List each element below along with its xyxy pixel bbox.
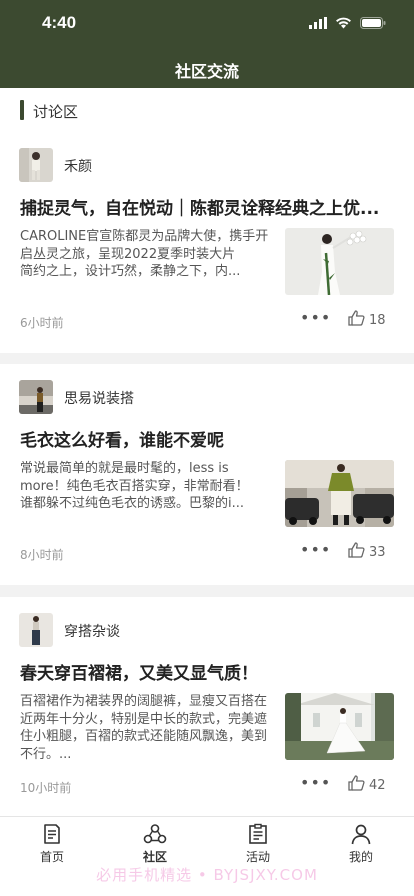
post-time: 6小时前 xyxy=(20,316,64,330)
thumbs-up-icon xyxy=(348,775,365,795)
excerpt-line: CAROLINE官宣陈都灵为品牌大使，携手开启丛灵之旅，呈现2022夏季时装大片 xyxy=(20,229,269,262)
tab-activity[interactable]: 活动 xyxy=(218,823,298,865)
tab-label: 社区 xyxy=(142,850,167,864)
post-card[interactable]: 思易说装搭 毛衣这么好看，谁能不爱呢 常说最简单的就是最时髦的，less is … xyxy=(0,364,414,585)
battery-icon xyxy=(360,14,386,33)
like-count: 18 xyxy=(369,312,386,328)
post-thumbnail[interactable] xyxy=(285,228,394,295)
top-bar: 4:40 社区交流 xyxy=(0,0,414,88)
section-header: 讨论区 xyxy=(0,88,414,132)
post-time: 8小时前 xyxy=(20,548,64,562)
post-author[interactable]: 思易说装搭 xyxy=(64,388,134,408)
more-icon[interactable]: ••• xyxy=(300,308,331,327)
tab-community[interactable]: 社区 xyxy=(115,823,195,865)
clipboard-icon xyxy=(218,823,298,845)
watermark-text: 必用手机精选 • BYJSJXY.COM xyxy=(96,866,318,884)
post-author[interactable]: 穿搭杂谈 xyxy=(64,621,120,641)
post-time: 10小时前 xyxy=(20,781,72,795)
post-title[interactable]: 捕捉灵气，自在悦动｜陈都灵诠释经典之上优... xyxy=(20,194,398,219)
status-bar: 4:40 xyxy=(0,0,414,44)
post-thumbnail[interactable] xyxy=(285,460,394,527)
more-icon[interactable]: ••• xyxy=(300,773,331,792)
post-excerpt[interactable]: 常说最简单的就是最时髦的，less is more！纯色毛衣百搭实穿，非常耐看！… xyxy=(20,460,274,532)
document-icon xyxy=(12,823,92,845)
post-title[interactable]: 春天穿百褶裙，又美又显气质！ xyxy=(20,659,398,684)
signal-icon xyxy=(309,14,327,33)
like-button[interactable]: 42 xyxy=(348,775,386,795)
section-title: 讨论区 xyxy=(33,103,79,121)
more-icon[interactable]: ••• xyxy=(300,540,331,559)
status-icons xyxy=(309,14,386,33)
excerpt-line: 常说最简单的就是最时髦的，less is more！纯色毛衣百搭实穿，非常耐看！ xyxy=(20,461,249,494)
thumbs-up-icon xyxy=(348,542,365,562)
community-icon xyxy=(115,823,195,845)
tab-label: 活动 xyxy=(245,850,270,864)
page-title: 社区交流 xyxy=(174,62,239,81)
status-time: 4:40 xyxy=(42,13,77,32)
tab-home[interactable]: 首页 xyxy=(12,823,92,865)
like-count: 33 xyxy=(369,544,386,560)
avatar[interactable] xyxy=(19,148,53,182)
tab-label: 我的 xyxy=(348,850,373,864)
avatar[interactable] xyxy=(19,613,53,647)
post-author[interactable]: 禾颜 xyxy=(64,156,92,176)
post-excerpt[interactable]: 百褶裙作为裙装界的阔腿裤，显瘦又百搭在近两年十分火，特别是中长的款式，完美遮住小… xyxy=(20,693,274,765)
wifi-icon xyxy=(335,14,352,33)
post-excerpt[interactable]: CAROLINE官宣陈都灵为品牌大使，携手开启丛灵之旅，呈现2022夏季时装大片… xyxy=(20,228,274,300)
like-button[interactable]: 18 xyxy=(348,310,386,330)
tab-profile[interactable]: 我的 xyxy=(321,823,401,865)
like-count: 42 xyxy=(369,777,386,793)
post-thumbnail[interactable] xyxy=(285,693,394,760)
like-button[interactable]: 33 xyxy=(348,542,386,562)
excerpt-line: 谁都躲不过纯色毛衣的诱惑。巴黎的i... xyxy=(20,496,245,511)
section-accent-bar xyxy=(20,100,24,120)
thumbs-up-icon xyxy=(348,310,365,330)
excerpt-line: 百褶裙作为裙装界的阔腿裤，显瘦又百搭在近两年十分火，特别是中长的款式，完美遮住小… xyxy=(20,694,268,762)
post-card[interactable]: 穿搭杂谈 春天穿百褶裙，又美又显气质！ 百褶裙作为裙装界的阔腿裤，显瘦又百搭在近… xyxy=(0,597,414,818)
post-card[interactable]: 禾颜 捕捉灵气，自在悦动｜陈都灵诠释经典之上优... CAROLINE官宣陈都灵… xyxy=(0,132,414,353)
post-title[interactable]: 毛衣这么好看，谁能不爱呢 xyxy=(20,426,398,451)
person-icon xyxy=(321,823,401,845)
excerpt-line: 简约之上，设计巧然，柔静之下，内... xyxy=(20,264,241,279)
tab-label: 首页 xyxy=(39,850,64,864)
avatar[interactable] xyxy=(19,380,53,414)
